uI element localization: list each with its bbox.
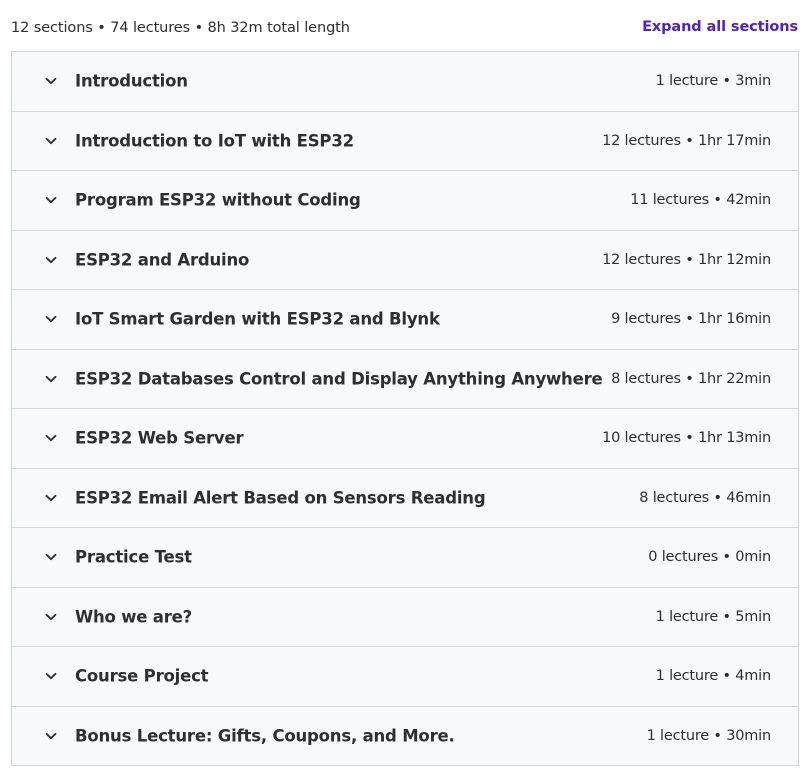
section-title: ESP32 Web Server <box>75 428 244 448</box>
chevron-down-icon <box>43 252 59 268</box>
section-title: ESP32 Email Alert Based on Sensors Readi… <box>75 488 486 508</box>
section-meta: 8 lectures • 46min <box>639 489 771 506</box>
section-title: ESP32 and Arduino <box>75 250 250 270</box>
curriculum-section[interactable]: Who we are? 1 lecture • 5min <box>12 587 798 647</box>
curriculum-section[interactable]: Course Project 1 lecture • 4min <box>12 647 798 707</box>
curriculum-section[interactable]: IoT Smart Garden with ESP32 and Blynk 9 … <box>12 290 798 350</box>
section-meta: 1 lecture • 4min <box>655 668 772 685</box>
curriculum-section[interactable]: ESP32 Web Server 10 lectures • 1hr 13min <box>12 409 798 469</box>
section-meta: 0 lectures • 0min <box>648 549 771 566</box>
chevron-down-icon <box>43 728 59 744</box>
chevron-down-icon <box>43 192 59 208</box>
curriculum-section[interactable]: Bonus Lecture: Gifts, Coupons, and More.… <box>12 706 798 766</box>
section-meta: 12 lectures • 1hr 12min <box>602 251 771 268</box>
section-title: Course Project <box>75 666 209 686</box>
section-title: Bonus Lecture: Gifts, Coupons, and More. <box>75 726 455 746</box>
section-meta: 10 lectures • 1hr 13min <box>602 430 771 447</box>
chevron-down-icon <box>43 371 59 387</box>
section-meta: 1 lecture • 30min <box>646 727 772 744</box>
section-meta: 11 lectures • 42min <box>630 192 771 209</box>
course-summary-text: 12 sections • 74 lectures • 8h 32m total… <box>11 20 350 36</box>
section-meta: 1 lecture • 3min <box>655 73 772 90</box>
section-title: Who we are? <box>75 607 193 627</box>
chevron-down-icon <box>43 490 59 506</box>
section-title: Practice Test <box>75 547 192 567</box>
chevron-down-icon <box>43 133 59 149</box>
curriculum-section[interactable]: ESP32 Databases Control and Display Anyt… <box>12 349 798 409</box>
curriculum-section[interactable]: Practice Test 0 lectures • 0min <box>12 528 798 588</box>
curriculum-section-list: Introduction 1 lecture • 3min Introducti… <box>11 51 799 766</box>
section-meta: 1 lecture • 5min <box>655 608 772 625</box>
section-title: IoT Smart Garden with ESP32 and Blynk <box>75 309 440 329</box>
curriculum-section[interactable]: Program ESP32 without Coding 11 lectures… <box>12 171 798 231</box>
chevron-down-icon <box>43 430 59 446</box>
curriculum-section[interactable]: Introduction 1 lecture • 3min <box>12 52 798 112</box>
section-meta: 12 lectures • 1hr 17min <box>602 132 771 149</box>
curriculum-section[interactable]: ESP32 Email Alert Based on Sensors Readi… <box>12 468 798 528</box>
section-title: Program ESP32 without Coding <box>75 190 361 210</box>
chevron-down-icon <box>43 549 59 565</box>
expand-all-sections-button[interactable]: Expand all sections <box>642 19 798 35</box>
chevron-down-icon <box>43 311 59 327</box>
section-title: Introduction <box>75 71 188 91</box>
section-meta: 8 lectures • 1hr 22min <box>611 370 771 387</box>
chevron-down-icon <box>43 73 59 89</box>
curriculum-section[interactable]: Introduction to IoT with ESP32 12 lectur… <box>12 111 798 171</box>
curriculum-section[interactable]: ESP32 and Arduino 12 lectures • 1hr 12mi… <box>12 230 798 290</box>
section-meta: 9 lectures • 1hr 16min <box>611 311 771 328</box>
section-title: ESP32 Databases Control and Display Anyt… <box>75 369 603 389</box>
section-title: Introduction to IoT with ESP32 <box>75 131 354 151</box>
curriculum-summary-bar: 12 sections • 74 lectures • 8h 32m total… <box>11 0 798 52</box>
chevron-down-icon <box>43 668 59 684</box>
chevron-down-icon <box>43 609 59 625</box>
